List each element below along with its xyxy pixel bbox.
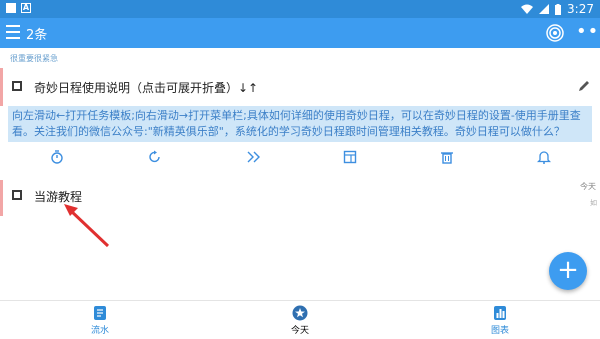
a-icon: A bbox=[21, 3, 31, 13]
tab-label: 流水 bbox=[90, 326, 109, 336]
priority-bar bbox=[0, 180, 3, 216]
task-title[interactable]: 奇妙日程使用说明（点击可展开折叠）↓↑ bbox=[34, 79, 258, 96]
task-item[interactable]: 奇妙日程使用说明（点击可展开折叠）↓↑ bbox=[0, 68, 600, 106]
bottom-nav: 流水 今天 图表 bbox=[0, 300, 600, 339]
tab-label: 图表 bbox=[490, 326, 509, 336]
signal-icon bbox=[539, 4, 550, 14]
task-checkbox[interactable] bbox=[12, 81, 22, 91]
priority-bar bbox=[0, 68, 3, 106]
bar-chart-icon bbox=[494, 306, 506, 320]
app-bar: 2条 ••• bbox=[0, 18, 600, 48]
add-task-button[interactable]: + bbox=[549, 252, 587, 290]
task-action-bar bbox=[0, 150, 600, 172]
document-icon bbox=[94, 306, 106, 320]
task-checkbox[interactable] bbox=[12, 190, 22, 200]
task-date: 今天 bbox=[580, 182, 596, 191]
task-date-sub: 如 bbox=[590, 199, 597, 207]
menu-icon[interactable] bbox=[6, 25, 20, 39]
tab-stream[interactable]: 流水 bbox=[70, 305, 130, 336]
refresh-icon[interactable] bbox=[148, 150, 162, 164]
tab-today[interactable]: 今天 bbox=[270, 305, 330, 336]
stopwatch-icon[interactable] bbox=[50, 150, 64, 164]
tab-charts[interactable]: 图表 bbox=[470, 305, 530, 336]
layout-icon[interactable] bbox=[343, 150, 357, 164]
tab-label: 今天 bbox=[290, 326, 309, 336]
battery-icon bbox=[555, 3, 562, 15]
star-circle-icon bbox=[292, 305, 308, 321]
section-label: 很重要很紧急 bbox=[10, 54, 58, 63]
wifi-icon bbox=[521, 4, 534, 14]
annotation-arrow bbox=[64, 204, 110, 248]
more-icon[interactable]: ••• bbox=[576, 23, 600, 41]
double-chevron-right-icon[interactable] bbox=[247, 150, 261, 164]
pencil-icon[interactable] bbox=[578, 80, 590, 92]
target-icon[interactable] bbox=[545, 23, 565, 43]
task-description[interactable]: 向左滑动←打开任务模板;向右滑动→打开菜单栏;具体如何详细的使用奇妙日程，可以在… bbox=[8, 106, 592, 142]
page-title: 2条 bbox=[26, 28, 48, 43]
trash-icon[interactable] bbox=[440, 150, 454, 164]
square-icon bbox=[6, 3, 16, 13]
bell-icon[interactable] bbox=[537, 150, 551, 164]
clock-time: 3:27 bbox=[567, 2, 594, 16]
status-bar: A 3:27 bbox=[0, 0, 600, 18]
